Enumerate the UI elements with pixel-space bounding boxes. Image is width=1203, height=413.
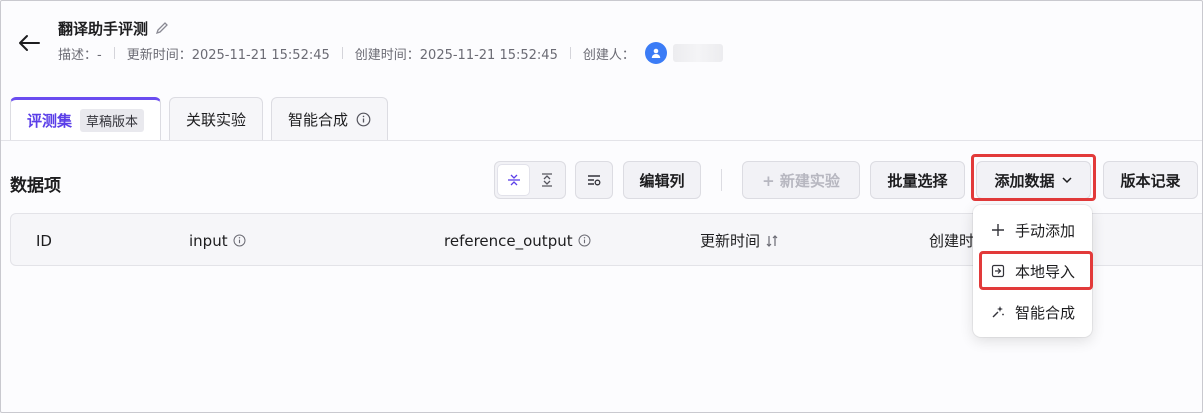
tab-smart-synthesis[interactable]: 智能合成	[271, 97, 389, 141]
sparkle-wand-icon	[992, 306, 1004, 318]
title-row: 翻译助手评测	[58, 17, 170, 39]
back-arrow-icon[interactable]	[15, 31, 43, 55]
toolbar-divider	[721, 169, 722, 191]
tab-evaluation-set[interactable]: 评测集 草稿版本	[10, 97, 162, 141]
menu-item-label: 智能合成	[1015, 303, 1076, 322]
updated-time: 更新时间：2025-11-21 15:52:45	[126, 47, 330, 63]
info-icon	[356, 112, 371, 127]
add-data-button[interactable]: 添加数据	[976, 161, 1091, 199]
new-experiment-button[interactable]: + 新建实验	[742, 161, 860, 199]
column-label: input	[189, 231, 228, 250]
menu-item-label: 本地导入	[1015, 262, 1076, 281]
chevron-down-icon	[1061, 177, 1072, 184]
info-icon	[578, 234, 591, 247]
tab-label: 关联实验	[186, 111, 247, 129]
divider	[113, 47, 115, 59]
toolbar: 编辑列 + 新建实验 批量选择 添加数据 版本记录	[1, 161, 1202, 199]
menu-item-label: 手动添加	[1015, 221, 1076, 240]
column-label: reference_output	[444, 231, 573, 250]
status-badge: 草稿版本	[80, 109, 145, 132]
plus-icon	[992, 224, 1004, 236]
column-label: 创建时	[929, 232, 975, 250]
app-window: 翻译助手评测 描述：- 更新时间：2025-11-21 15:52:45 创建时…	[0, 0, 1203, 413]
sort-icon	[766, 234, 778, 247]
expand-rows-icon	[541, 173, 552, 187]
tab-divider	[1, 140, 1202, 141]
version-history-button[interactable]: 版本记录	[1103, 161, 1198, 199]
column-header-id[interactable]: ID	[36, 214, 52, 267]
tab-label: 智能合成	[288, 111, 349, 129]
column-header-reference-output[interactable]: reference_output	[444, 214, 591, 267]
collapse-rows-icon	[507, 174, 520, 186]
edit-columns-button[interactable]: 编辑列	[623, 161, 701, 199]
creator-label: 创建人：	[582, 47, 635, 63]
column-header-updated-time[interactable]: 更新时间	[700, 214, 779, 267]
info-icon	[233, 234, 246, 247]
column-header-created-time[interactable]: 创建时	[929, 214, 974, 267]
user-icon	[651, 48, 661, 58]
description-text: 描述：-	[58, 47, 102, 63]
tab-label: 评测集	[27, 112, 73, 130]
divider	[341, 47, 343, 59]
import-icon	[991, 264, 1005, 278]
creator-name-redacted	[672, 44, 723, 62]
avatar	[644, 42, 667, 64]
column-label: 更新时间	[700, 232, 761, 250]
tab-related-experiments[interactable]: 关联实验	[169, 97, 264, 141]
meta-row: 描述：- 更新时间：2025-11-21 15:52:45 创建时间：2025-…	[58, 42, 723, 64]
menu-item-smart-synthesis[interactable]: 智能合成	[981, 295, 1084, 329]
menu-item-local-import[interactable]: 本地导入	[981, 254, 1084, 288]
created-time: 创建时间：2025-11-21 15:52:45	[354, 47, 558, 63]
expanded-view-button[interactable]	[531, 165, 562, 195]
page-title: 翻译助手评测	[58, 19, 149, 38]
add-data-dropdown: 手动添加 本地导入 智能合成	[973, 205, 1092, 337]
menu-item-manual-add[interactable]: 手动添加	[981, 213, 1084, 247]
divider	[569, 47, 571, 59]
pencil-icon[interactable]	[154, 20, 170, 36]
tab-bar: 评测集 草稿版本 关联实验 智能合成	[10, 97, 389, 141]
add-data-label: 添加数据	[994, 171, 1055, 190]
batch-select-button[interactable]: 批量选择	[870, 161, 965, 199]
column-header-input[interactable]: input	[189, 214, 246, 267]
filter-settings-button[interactable]	[575, 161, 613, 199]
row-density-toggle	[494, 161, 566, 199]
filter-list-icon	[588, 175, 601, 186]
column-label: ID	[36, 231, 52, 250]
compact-view-button[interactable]	[498, 165, 529, 195]
